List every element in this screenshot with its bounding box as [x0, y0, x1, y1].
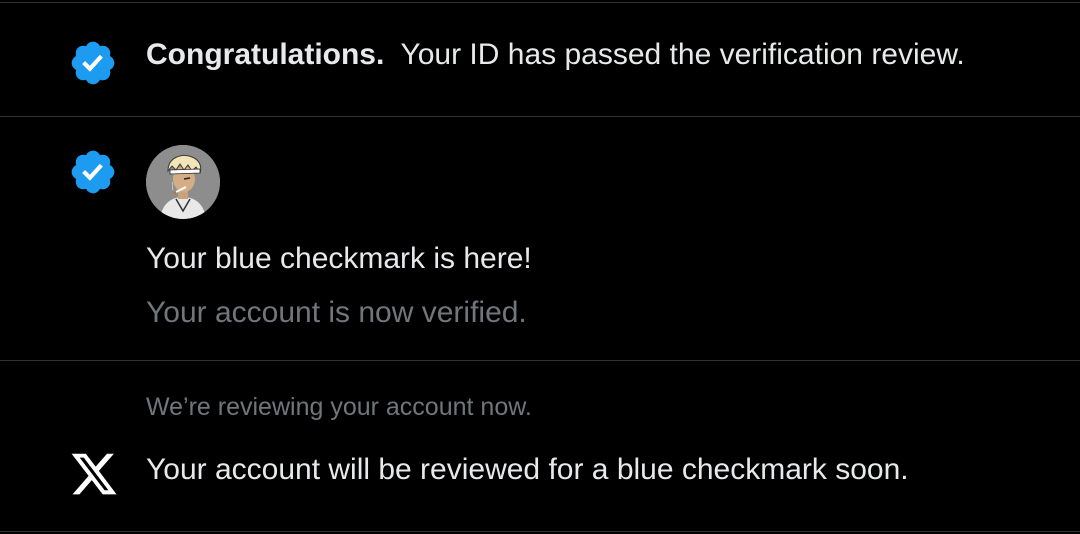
notification-blue-checkmark[interactable]: Your blue checkmark is here! Your accoun… [0, 117, 1080, 360]
user-avatar[interactable] [146, 145, 220, 219]
x-logo-icon [69, 449, 119, 499]
notification-subtitle: Your account is now verified. [146, 296, 527, 329]
verified-badge-icon [68, 38, 118, 88]
notification-message: Your ID has passed the verification revi… [400, 38, 965, 71]
notification-id-verified[interactable]: Congratulations. Your ID has passed the … [0, 3, 1080, 116]
verified-badge-icon [68, 147, 118, 197]
notification-title: Your blue checkmark is here! [146, 242, 532, 275]
notification-text: Congratulations. Your ID has passed the … [146, 37, 965, 73]
bottom-divider [0, 531, 1080, 532]
notification-message: Your account will be reviewed for a blue… [146, 453, 909, 486]
notification-header: We’re reviewing your account now. [146, 393, 532, 421]
notification-title: Congratulations. [146, 38, 385, 71]
notification-account-review[interactable]: We’re reviewing your account now. Your a… [0, 361, 1080, 531]
